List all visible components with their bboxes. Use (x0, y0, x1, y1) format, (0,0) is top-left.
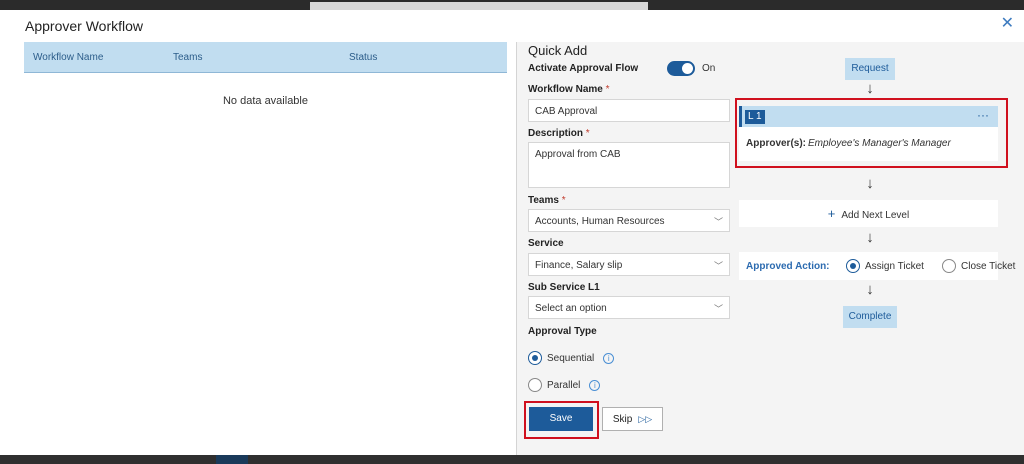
approval-type-sequential[interactable]: Sequential i (528, 351, 615, 365)
arrow-down-icon: ↓ (866, 175, 874, 192)
service-select[interactable]: Finance, Salary slip ﹀ (528, 253, 730, 276)
workflow-name-label: Workflow Name * (528, 84, 610, 95)
chevron-down-icon: ﹀ (713, 217, 723, 227)
approval-type-parallel[interactable]: Parallel i (528, 378, 601, 392)
request-node: Request (845, 58, 895, 80)
close-ticket-label: Close Ticket (961, 260, 1016, 272)
level-header: L 1 ··· (739, 106, 998, 127)
approver-label: Approver(s): (746, 138, 807, 149)
sub-service-select-value: Select an option (535, 303, 607, 314)
workflow-name-label-text: Workflow Name (528, 84, 603, 95)
skip-label: Skip (612, 414, 633, 425)
background-top-bar (0, 0, 1024, 10)
teams-label: Teams * (528, 195, 566, 206)
background-tab (310, 2, 648, 10)
approver-value: Employee's Manager's Manager (808, 138, 951, 149)
description-textarea[interactable]: Approval from CAB (528, 142, 730, 188)
level-tag: L 1 (745, 110, 765, 124)
approver-workflow-modal: Approver Workflow ✕ Workflow Name Teams … (0, 10, 1024, 455)
info-icon[interactable]: i (603, 352, 615, 364)
chevron-down-icon: ﹀ (713, 304, 723, 314)
toggle-state-label: On (702, 63, 716, 74)
sub-service-label: Sub Service L1 (528, 282, 600, 293)
complete-node: Complete (843, 306, 897, 328)
chevron-down-icon: ﹀ (713, 261, 723, 271)
close-icon[interactable]: ✕ (1001, 16, 1014, 32)
info-icon[interactable]: i (589, 379, 601, 391)
sub-service-select[interactable]: Select an option ﹀ (528, 296, 730, 319)
workflow-list-panel: Workflow Name Teams Status No data avail… (0, 42, 517, 455)
approval-type-label: Approval Type (528, 326, 597, 337)
close-ticket-option[interactable]: Close Ticket (942, 259, 1015, 273)
level-body: Approver(s): Employee's Manager's Manage… (739, 127, 998, 161)
add-level-label: Add Next Level (841, 210, 910, 221)
column-status[interactable]: Status (349, 52, 377, 63)
arrow-down-icon: ↓ (866, 281, 874, 298)
parallel-label: Parallel (547, 379, 581, 391)
description-label-text: Description (528, 128, 584, 139)
modal-title: Approver Workflow (25, 18, 144, 34)
plus-icon: + (827, 206, 836, 221)
table-header: Workflow Name Teams Status (24, 42, 507, 73)
save-button[interactable]: Save (529, 407, 593, 431)
skip-button[interactable]: Skip ▷▷ (602, 407, 663, 431)
background-taskbar-item (216, 455, 248, 464)
teams-select-value: Accounts, Human Resources (535, 216, 665, 227)
fast-forward-icon: ▷▷ (638, 414, 653, 424)
sequential-label: Sequential (547, 352, 595, 364)
radio-unselected-icon (528, 378, 542, 392)
service-select-value: Finance, Salary slip (535, 260, 623, 271)
activate-approval-label: Activate Approval Flow (528, 63, 639, 74)
empty-table-message: No data available (222, 95, 308, 107)
required-mark: * (605, 84, 610, 95)
description-label: Description * (528, 128, 590, 139)
required-mark: * (585, 128, 590, 139)
radio-unselected-icon (942, 259, 956, 273)
background-bottom-bar (0, 455, 1024, 464)
approved-action-label: Approved Action: (746, 261, 830, 272)
approved-action-row: Approved Action: Assign Ticket Close Tic… (739, 252, 1015, 280)
arrow-down-icon: ↓ (866, 80, 874, 97)
arrow-down-icon: ↓ (866, 229, 874, 246)
quick-add-panel: Quick Add Activate Approval Flow On Work… (517, 42, 1024, 455)
assign-ticket-label: Assign Ticket (865, 260, 924, 272)
teams-label-text: Teams (528, 195, 559, 206)
column-teams[interactable]: Teams (173, 52, 202, 63)
radio-selected-icon (528, 351, 542, 365)
workflow-diagram: Request ↓ L 1 ··· Approver(s): Employee'… (735, 42, 1024, 455)
quick-add-title: Quick Add (528, 43, 588, 58)
assign-ticket-option[interactable]: Assign Ticket (846, 259, 924, 273)
radio-selected-icon (846, 259, 860, 273)
toggle-knob (682, 63, 693, 74)
required-mark: * (561, 195, 566, 206)
add-next-level-button[interactable]: + Add Next Level (739, 200, 998, 227)
teams-select[interactable]: Accounts, Human Resources ﹀ (528, 209, 730, 232)
column-workflow-name[interactable]: Workflow Name (33, 52, 103, 63)
service-label: Service (528, 238, 564, 249)
level-menu-icon[interactable]: ··· (977, 108, 989, 122)
workflow-name-input[interactable]: CAB Approval (528, 99, 730, 122)
activate-approval-toggle[interactable] (667, 61, 695, 76)
